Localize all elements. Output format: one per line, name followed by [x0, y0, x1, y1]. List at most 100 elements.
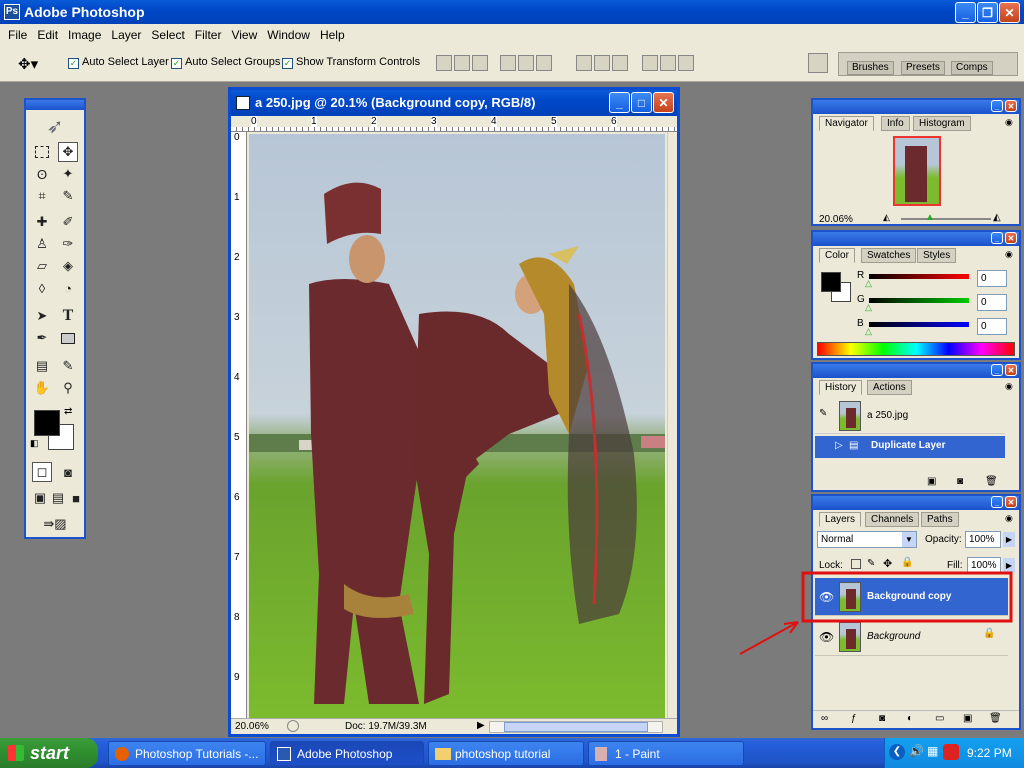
align-top-icon[interactable]	[436, 55, 452, 71]
r-slider-track[interactable]	[869, 274, 969, 279]
healing-brush-tool-icon[interactable]: ✚	[32, 212, 52, 232]
doc-close-button[interactable]: ✕	[653, 92, 674, 113]
blend-mode-select[interactable]: Normal ▼	[817, 531, 917, 548]
color-spectrum-bar[interactable]	[817, 342, 1015, 356]
tray-collapse-icon[interactable]: ❮	[889, 744, 905, 760]
tab-styles[interactable]: Styles	[917, 248, 957, 263]
close-button[interactable]: ✕	[999, 2, 1020, 23]
horizontal-ruler[interactable]: 0 1 2 3 4 5 6	[231, 116, 677, 132]
feather-logo[interactable]: ➶	[30, 114, 80, 138]
b-value-input[interactable]: 0	[977, 318, 1007, 335]
g-slider-thumb[interactable]: △	[865, 302, 872, 313]
g-slider-track[interactable]	[869, 298, 969, 303]
distribute-vcenter-icon[interactable]	[594, 55, 610, 71]
navigator-zoom[interactable]: 20.06%	[819, 214, 853, 225]
tab-swatches[interactable]: Swatches	[861, 248, 917, 263]
blur-tool-icon[interactable]: ◊	[32, 278, 52, 298]
color-panel-header[interactable]: _ ✕	[813, 232, 1019, 246]
distribute-left-icon[interactable]	[642, 55, 658, 71]
full-screen-menu-mode-icon[interactable]: ▤	[48, 488, 68, 508]
path-selection-tool-icon[interactable]: ➤	[32, 306, 52, 326]
layers-close-button[interactable]: ✕	[1005, 496, 1017, 508]
eyedropper-tool-icon[interactable]: ✎	[58, 356, 78, 376]
eraser-tool-icon[interactable]: ▱	[32, 256, 52, 276]
minimize-button[interactable]: _	[955, 2, 976, 23]
layers-panel-header[interactable]: _ ✕	[813, 496, 1019, 510]
new-group-icon[interactable]: ▭	[935, 713, 944, 724]
opacity-arrow-icon[interactable]: ▶	[1003, 532, 1015, 547]
tab-channels[interactable]: Channels	[865, 512, 920, 527]
layer-style-icon[interactable]: ƒ	[851, 713, 857, 724]
navigator-zoom-slider[interactable]	[901, 218, 991, 220]
panel-menu-icon[interactable]: ◉	[1005, 117, 1013, 128]
panel-menu-icon[interactable]: ◉	[1005, 381, 1013, 392]
vertical-ruler[interactable]: 0 1 2 3 4 5 6 7 8 9	[231, 132, 247, 718]
horizontal-scrollbar[interactable]	[489, 721, 663, 733]
slice-tool-icon[interactable]: ✎	[58, 186, 78, 206]
magic-wand-tool-icon[interactable]: ✦	[58, 164, 78, 184]
auto-select-layer-checkbox[interactable]: ✓ Auto Select Layer	[68, 56, 169, 69]
b-slider-track[interactable]	[869, 322, 969, 327]
tab-color[interactable]: Color	[819, 248, 855, 263]
app-title-bar[interactable]: Ps Adobe Photoshop _ ❐ ✕	[0, 0, 1024, 24]
tab-info[interactable]: Info	[881, 116, 910, 131]
g-value-input[interactable]: 0	[977, 294, 1007, 311]
tab-navigator[interactable]: Navigator	[819, 116, 874, 131]
distribute-top-icon[interactable]	[576, 55, 592, 71]
history-close-button[interactable]: ✕	[1005, 364, 1017, 376]
navigator-slider-thumb[interactable]: ▲	[925, 212, 935, 223]
align-hcenter-icon[interactable]	[518, 55, 534, 71]
document-title-bar[interactable]: a 250.jpg @ 20.1% (Background copy, RGB/…	[231, 90, 677, 116]
show-transform-controls-checkbox[interactable]: ✓ Show Transform Controls	[282, 56, 420, 69]
tab-history[interactable]: History	[819, 380, 863, 395]
menu-file[interactable]: File	[3, 28, 32, 42]
new-document-from-state-icon[interactable]: ▣	[927, 476, 936, 487]
delete-layer-icon[interactable]: 🗑	[989, 713, 1002, 724]
image-canvas[interactable]	[249, 134, 665, 718]
menu-edit[interactable]: Edit	[32, 28, 63, 42]
status-info-icon[interactable]	[287, 720, 299, 732]
menu-view[interactable]: View	[226, 28, 262, 42]
marquee-tool-icon[interactable]	[32, 142, 52, 162]
menu-help[interactable]: Help	[315, 28, 350, 42]
align-bottom-icon[interactable]	[472, 55, 488, 71]
tab-layers[interactable]: Layers	[819, 512, 862, 527]
start-button[interactable]: start	[0, 738, 98, 768]
lasso-tool-icon[interactable]: ʘ	[32, 164, 52, 184]
clone-stamp-tool-icon[interactable]: ♙	[32, 234, 52, 254]
nav-close-button[interactable]: ✕	[1005, 100, 1017, 112]
status-menu-arrow-icon[interactable]: ▶	[477, 720, 485, 731]
rectangle-tool-icon[interactable]	[58, 328, 78, 348]
history-step-row[interactable]: ▷ ▤ Duplicate Layer	[815, 436, 1005, 458]
volume-icon[interactable]: 🔊	[909, 744, 924, 758]
antivirus-icon[interactable]	[943, 744, 959, 760]
navigator-thumbnail[interactable]	[893, 136, 941, 206]
toolbox-title-bar[interactable]	[26, 100, 84, 110]
r-value-input[interactable]: 0	[977, 270, 1007, 287]
panel-menu-icon[interactable]: ◉	[1005, 513, 1013, 524]
history-minimize-button[interactable]: _	[991, 364, 1003, 376]
history-snapshot-row[interactable]: ✎ a 250.jpg	[815, 398, 1005, 434]
move-tool-icon[interactable]: ✥	[58, 142, 78, 162]
zoom-level[interactable]: 20.06%	[235, 721, 269, 732]
tab-paths[interactable]: Paths	[921, 512, 959, 527]
link-layers-icon[interactable]: ∞	[821, 713, 828, 724]
foreground-color-swatch[interactable]	[34, 410, 60, 436]
hand-tool-icon[interactable]: ✋	[32, 378, 52, 398]
b-slider-thumb[interactable]: △	[865, 326, 872, 337]
doc-maximize-button[interactable]: □	[631, 92, 652, 113]
move-tool-preset-icon[interactable]: ✥▾	[18, 55, 38, 73]
clock[interactable]: 9:22 PM	[967, 746, 1012, 760]
full-screen-mode-icon[interactable]: ■	[66, 488, 86, 508]
pen-tool-icon[interactable]: ✒	[32, 328, 52, 348]
menu-select[interactable]: Select	[146, 28, 189, 42]
menu-filter[interactable]: Filter	[190, 28, 227, 42]
color-close-button[interactable]: ✕	[1005, 232, 1017, 244]
well-tab-comps[interactable]: Comps	[951, 61, 993, 75]
distribute-hcenter-icon[interactable]	[660, 55, 676, 71]
color-fg-swatch[interactable]	[821, 272, 841, 292]
default-colors-icon[interactable]: ◧	[30, 438, 39, 449]
navigator-panel-header[interactable]: _ ✕	[813, 100, 1019, 114]
menu-image[interactable]: Image	[63, 28, 106, 42]
history-brush-tool-icon[interactable]: ✑	[58, 234, 78, 254]
